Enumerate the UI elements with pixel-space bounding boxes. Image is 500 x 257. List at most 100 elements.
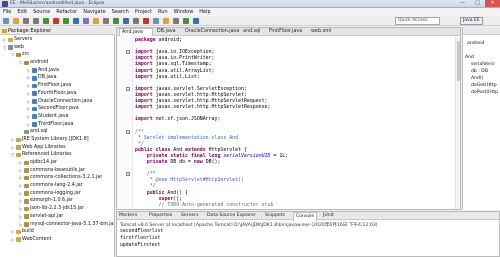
expand-arrow-icon[interactable]: ▷ (11, 228, 14, 236)
package-explorer-tab[interactable]: Package Explorer (0, 27, 115, 35)
menu-refactor[interactable]: Refactor (53, 8, 80, 16)
print-icon[interactable] (23, 18, 29, 24)
task-icon[interactable] (83, 18, 89, 24)
forward-icon[interactable] (143, 18, 149, 24)
menu-source[interactable]: Source (30, 8, 53, 16)
outline-item[interactable]: doPost(Http (471, 90, 498, 95)
outline-item[interactable]: db : DB (471, 69, 488, 74)
tree-item[interactable]: ▷ ThirdFloor.java (0, 121, 115, 129)
history-icon[interactable] (163, 18, 169, 24)
tree-item[interactable]: ▷ SecondFloor.java (0, 105, 115, 113)
minimize-button[interactable]: — (455, 0, 470, 7)
scroll-thumb[interactable] (457, 41, 460, 81)
console-tab-properties[interactable]: Properties (149, 212, 172, 220)
run-icon[interactable] (43, 18, 49, 24)
tree-item[interactable]: ▽ Referenced Libraries (0, 151, 115, 159)
search-icon[interactable] (93, 18, 99, 24)
expand-arrow-icon[interactable]: ▷ (19, 174, 22, 182)
outline-tab[interactable] (463, 27, 500, 35)
tree-item[interactable]: ▷ FourthFloor.java (0, 90, 115, 98)
expand-arrow-icon[interactable]: ▷ (27, 67, 30, 75)
expand-arrow-icon[interactable]: ▷ (19, 221, 22, 229)
outline-item[interactable]: And (465, 55, 474, 60)
expand-arrow-icon[interactable]: ▽ (11, 151, 14, 159)
outline-item[interactable]: android (467, 41, 484, 46)
tree-item[interactable]: ▽ web (0, 44, 115, 52)
quick-access-input[interactable]: Quick Access (395, 17, 440, 25)
console-tab-data-source-explorer[interactable]: Data Source Explorer (207, 212, 256, 220)
tree-item[interactable]: ▷ Web App Libraries (0, 144, 115, 152)
menu-project[interactable]: Project (132, 8, 155, 16)
tree-item[interactable]: ▷ OracleConnection.java (0, 98, 115, 106)
tree-item[interactable]: ▷ commons-lang-2.4.jar (0, 182, 115, 190)
pin-icon[interactable] (153, 18, 159, 24)
expand-arrow-icon[interactable]: ▷ (19, 197, 22, 205)
tree-item[interactable]: ▷ FirstFloor.java (0, 82, 115, 90)
expand-arrow-icon[interactable]: ▷ (19, 159, 22, 167)
tree-item[interactable]: ▷ ojdbc14.jar (0, 159, 115, 167)
properties-icon[interactable] (33, 18, 39, 24)
console-tab-markers[interactable]: Markers (119, 212, 137, 220)
perspective-java-ee[interactable]: Java EE (460, 17, 483, 25)
back-icon[interactable] (133, 18, 139, 24)
expand-arrow-icon[interactable]: ▷ (19, 213, 22, 221)
tree-item[interactable]: ▷ mysql-connector-java-5.1.37-bin.ja (0, 221, 115, 229)
fold-icon[interactable]: − (126, 50, 130, 55)
close-button[interactable]: ✕ (485, 0, 500, 7)
expand-arrow-icon[interactable]: ▷ (19, 205, 22, 213)
tree-item[interactable]: ▽ src (0, 51, 115, 59)
tree-item[interactable]: ▷ commons-logging.jar (0, 190, 115, 198)
console-tab-junit[interactable]: JUnit (323, 212, 334, 220)
tree-item[interactable]: ▷ servlet-api.jar (0, 213, 115, 221)
expand-arrow-icon[interactable]: ▷ (27, 82, 30, 90)
fold-icon[interactable]: − (126, 172, 130, 177)
editor-tab[interactable]: DB.java (155, 28, 181, 36)
console-tab-snippets[interactable]: Snippets (265, 212, 285, 220)
console-tab-servers[interactable]: Servers (181, 212, 198, 220)
tree-item[interactable]: and.sql (0, 128, 115, 136)
editor-scrollbar[interactable] (455, 37, 460, 209)
editor-tab[interactable]: And.java (119, 28, 153, 36)
tree-item[interactable]: ▷ build (0, 228, 115, 236)
menu-navigate[interactable]: Navigate (80, 8, 108, 16)
expand-arrow-icon[interactable]: ▷ (27, 98, 30, 106)
tree-item[interactable]: ▷ And.java (0, 67, 115, 75)
menu-search[interactable]: Search (109, 8, 132, 16)
expand-arrow-icon[interactable]: ▷ (19, 182, 22, 190)
expand-arrow-icon[interactable]: ▷ (19, 190, 22, 198)
expand-arrow-icon[interactable]: ▷ (27, 74, 30, 82)
refresh-icon[interactable] (183, 18, 189, 24)
maximize-button[interactable]: □ (470, 0, 485, 7)
tree-item[interactable]: ▽ android (0, 59, 115, 67)
tree-item[interactable]: ▷ DB.java (0, 74, 115, 82)
tree-item[interactable]: ▷ Servers (0, 36, 115, 44)
code-area[interactable]: package android; import java.io.IOExcepti… (117, 37, 460, 209)
expand-arrow-icon[interactable]: ▷ (19, 167, 22, 175)
expand-arrow-icon[interactable]: ▷ (27, 121, 30, 129)
expand-arrow-icon[interactable]: ▽ (19, 59, 22, 67)
menu-help[interactable]: Help (196, 8, 213, 16)
expand-arrow-icon[interactable]: ▽ (11, 51, 14, 59)
tree-item[interactable]: ▷ commons-beanutils.jar (0, 167, 115, 175)
skip-icon[interactable] (193, 18, 199, 24)
expand-arrow-icon[interactable]: ▷ (11, 136, 14, 144)
prev-icon[interactable] (123, 18, 129, 24)
tree-item[interactable]: ▷ commons-collections-3.2.1.jar (0, 174, 115, 182)
next-icon[interactable] (113, 18, 119, 24)
tree-item[interactable]: ▷ ezmorph-1.0.6.jar (0, 197, 115, 205)
expand-arrow-icon[interactable]: ▷ (11, 144, 14, 152)
expand-arrow-icon[interactable]: ▷ (27, 113, 30, 121)
expand-arrow-icon[interactable]: ▷ (3, 36, 6, 44)
menu-edit[interactable]: Edit (14, 8, 30, 16)
stop-icon[interactable] (53, 18, 59, 24)
tree-item[interactable]: ▷ json-lib-2.2.3-jdk15.jar (0, 205, 115, 213)
expand-arrow-icon[interactable]: ▷ (11, 236, 14, 244)
console-tab-console[interactable]: Console (293, 212, 318, 221)
save-icon[interactable] (13, 18, 19, 24)
new-icon[interactable] (3, 18, 9, 24)
debug-icon[interactable] (63, 18, 69, 24)
fold-icon[interactable]: − (126, 86, 130, 91)
outline-item[interactable]: doGet(Http (471, 83, 497, 88)
outline-item[interactable]: And() (471, 76, 484, 81)
expand-arrow-icon[interactable]: ▷ (27, 105, 30, 113)
